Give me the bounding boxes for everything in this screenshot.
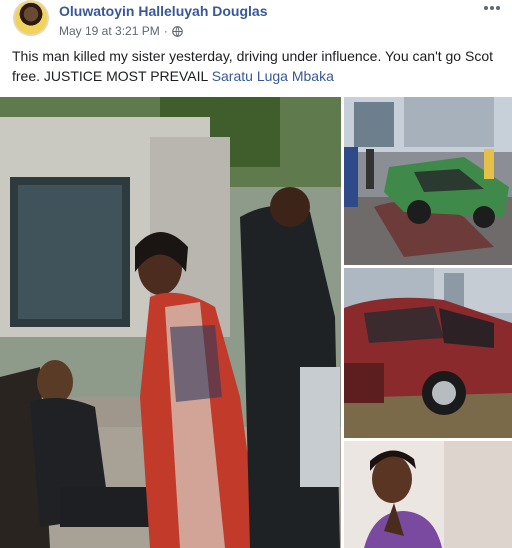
post-meta: May 19 at 3:21 PM · [59, 24, 183, 38]
photo-roadside-scene[interactable] [0, 97, 341, 548]
author-name-link[interactable]: Oluwatoyin Halleluyah Douglas [59, 3, 267, 19]
photo-wrecked-green-car[interactable] [344, 97, 512, 265]
more-options-icon[interactable] [482, 1, 502, 15]
post-header: Oluwatoyin Halleluyah Douglas May 19 at … [0, 0, 512, 44]
photo-portrait-woman[interactable] [344, 441, 512, 548]
tagged-person-link[interactable]: Saratu Luga Mbaka [212, 68, 334, 84]
post-timestamp[interactable]: May 19 at 3:21 PM [59, 24, 160, 38]
facebook-post: Oluwatoyin Halleluyah Douglas May 19 at … [0, 0, 512, 548]
globe-icon[interactable] [171, 25, 183, 37]
photo-damaged-red-car[interactable] [344, 268, 512, 438]
meta-separator: · [163, 24, 168, 38]
post-message: This man killed my sister yesterday, dri… [12, 46, 500, 86]
author-avatar[interactable] [13, 0, 49, 36]
